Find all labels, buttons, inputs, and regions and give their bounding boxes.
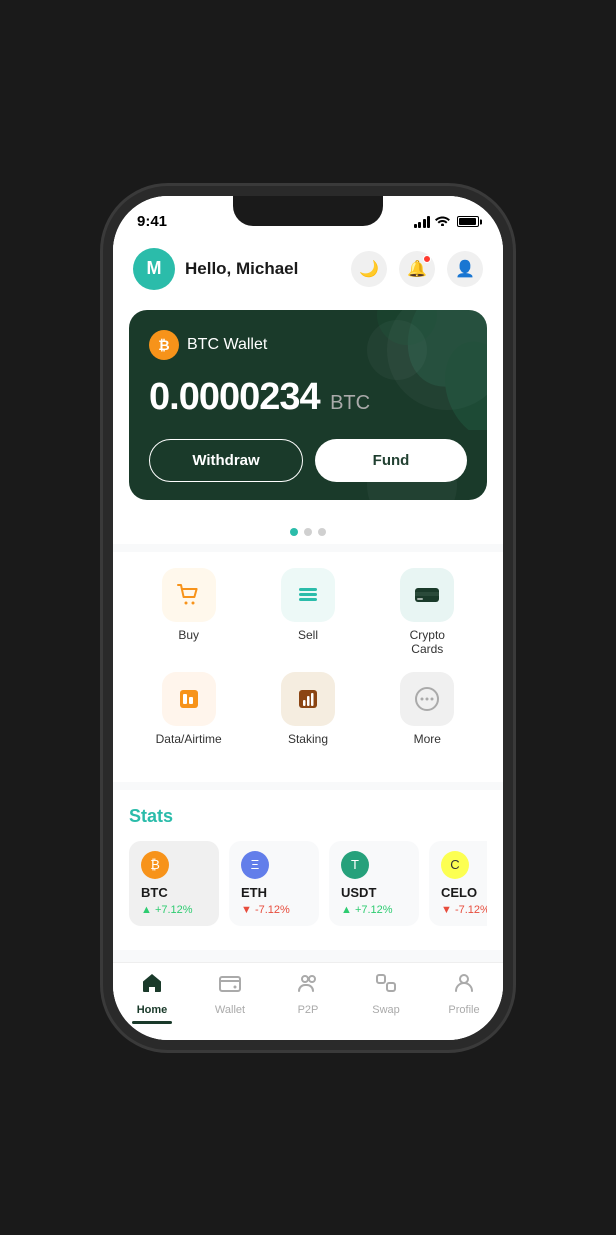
bottom-nav: Home Wallet P2P Swap Profile [113,962,503,1040]
wallet-card: ₿ BTC Wallet 0.0000234 BTC Withdraw Fund [129,310,487,500]
actions-row-2: Data/Airtime Staking [129,672,487,746]
stat-change-celo: ▼ -7.12% [441,904,487,916]
sell-label: Sell [298,628,318,642]
withdraw-button[interactable]: Withdraw [149,439,303,482]
buy-icon [162,568,216,622]
greeting: Hello, Michael [185,259,298,279]
stat-card-eth[interactable]: Ξ ETH ▼ -7.12% [229,841,319,926]
notification-dot [423,255,431,263]
action-crypto-cards[interactable]: CryptoCards [387,568,467,656]
nav-active-bar [132,1021,172,1024]
more-label: More [414,732,441,746]
dot-2[interactable] [304,528,312,536]
action-more[interactable]: More [387,672,467,746]
dot-3[interactable] [318,528,326,536]
avatar: M [133,248,175,290]
status-time: 9:41 [137,213,167,230]
data-airtime-icon [162,672,216,726]
stat-card-btc[interactable]: ₿ BTC ▲ +7.12% [129,841,219,926]
stat-name-usdt: USDT [341,885,407,900]
stat-change-usdt: ▲ +7.12% [341,904,407,916]
stat-card-celo[interactable]: C CELO ▼ -7.12% [429,841,487,926]
wallet-section: ₿ BTC Wallet 0.0000234 BTC Withdraw Fund [113,302,503,516]
nav-item-p2p[interactable]: P2P [278,971,338,1024]
staking-label: Staking [288,732,328,746]
wallet-nav-icon [218,971,242,1001]
stat-icon-btc: ₿ [141,851,169,879]
stat-change-eth: ▼ -7.12% [241,904,307,916]
dot-1[interactable] [290,528,298,536]
signal-bars-icon [414,216,431,228]
amount-value: 0.0000234 [149,376,320,418]
nav-item-profile[interactable]: Profile [434,971,494,1024]
header-actions: 🌙 🔔 👤 [351,251,483,287]
user-avatar-icon[interactable]: 👤 [447,251,483,287]
main-content: ₿ BTC Wallet 0.0000234 BTC Withdraw Fund [113,302,503,962]
moon-icon[interactable]: 🌙 [351,251,387,287]
stat-card-usdt[interactable]: T USDT ▲ +7.12% [329,841,419,926]
stat-icon-eth: Ξ [241,851,269,879]
action-staking[interactable]: Staking [268,672,348,746]
stat-icon-celo: C [441,851,469,879]
quick-actions: Buy Sell [113,552,503,782]
crypto-cards-label: CryptoCards [410,628,445,656]
actions-row-1: Buy Sell [129,568,487,656]
p2p-nav-label: P2P [298,1004,319,1016]
profile-nav-icon [452,971,476,1001]
stat-name-btc: BTC [141,885,207,900]
more-icon [400,672,454,726]
action-data-airtime[interactable]: Data/Airtime [149,672,229,746]
stats-title: Stats [129,806,487,827]
stat-name-eth: ETH [241,885,307,900]
user-info: M Hello, Michael [133,248,298,290]
action-sell[interactable]: Sell [268,568,348,656]
header: M Hello, Michael 🌙 🔔 👤 [113,240,503,302]
nav-item-home[interactable]: Home [122,971,182,1024]
stats-section: Stats ₿ BTC ▲ +7.12% Ξ ETH ▼ -7.12% T US… [113,790,503,950]
crypto-cards-icon [400,568,454,622]
data-airtime-label: Data/Airtime [156,732,222,746]
status-icons [414,214,480,229]
notification-icon[interactable]: 🔔 [399,251,435,287]
profile-nav-label: Profile [448,1004,479,1016]
carousel-dots [113,516,503,544]
swap-nav-label: Swap [372,1004,400,1016]
wallet-nav-label: Wallet [215,1004,245,1016]
stat-change-btc: ▲ +7.12% [141,904,207,916]
stat-name-celo: CELO [441,885,487,900]
nav-item-wallet[interactable]: Wallet [200,971,260,1024]
p2p-nav-icon [296,971,320,1001]
home-nav-label: Home [137,1004,168,1016]
home-nav-icon [140,971,164,1001]
staking-icon [281,672,335,726]
swap-nav-icon [374,971,398,1001]
nav-item-swap[interactable]: Swap [356,971,416,1024]
wallet-label: BTC Wallet [187,336,267,354]
btc-coin-icon: ₿ [149,330,179,360]
action-buy[interactable]: Buy [149,568,229,656]
buy-label: Buy [178,628,199,642]
sell-icon [281,568,335,622]
wifi-icon [435,214,450,229]
battery-icon [457,216,479,227]
stats-list: ₿ BTC ▲ +7.12% Ξ ETH ▼ -7.12% T USDT ▲ +… [129,841,487,930]
stat-icon-usdt: T [341,851,369,879]
